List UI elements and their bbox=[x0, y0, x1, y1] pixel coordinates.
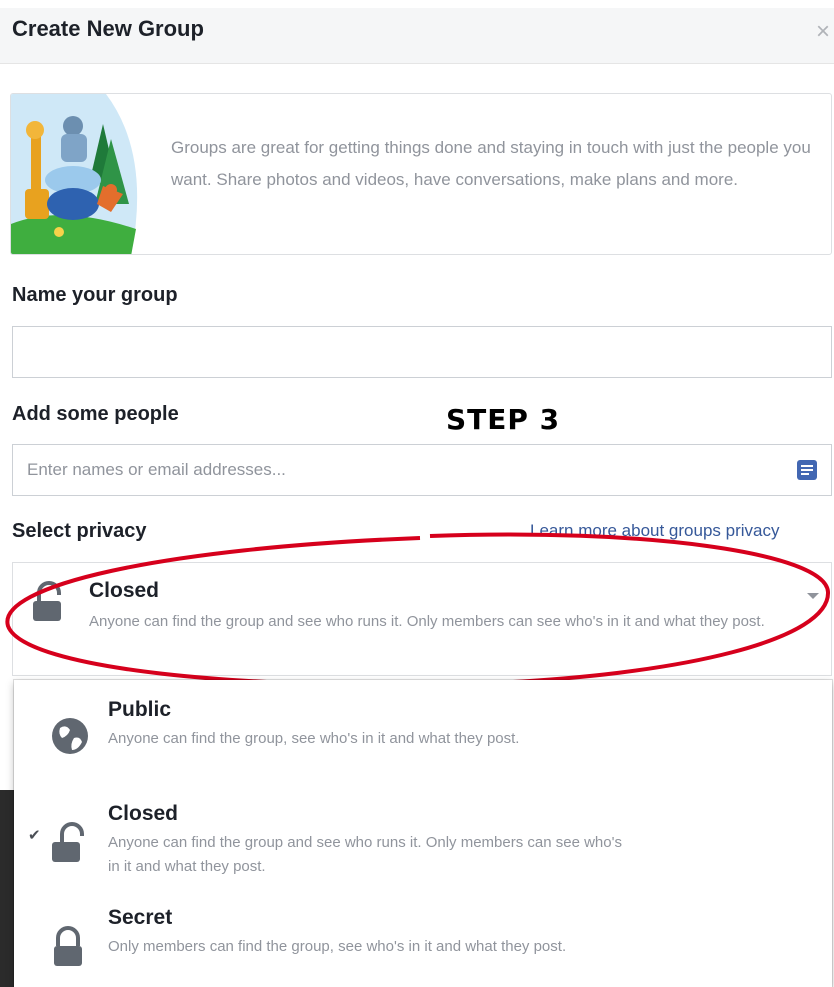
privacy-option-description: Anyone can find the group, see who's in … bbox=[108, 730, 520, 747]
locked-padlock-icon bbox=[54, 926, 82, 966]
privacy-select[interactable]: Closed Anyone can find the group and see… bbox=[12, 562, 832, 676]
privacy-option-name: Closed bbox=[108, 802, 179, 825]
group-name-input[interactable] bbox=[12, 326, 832, 378]
privacy-option-description: Anyone can find the group and see who ru… bbox=[108, 834, 622, 875]
dialog-title: Create New Group bbox=[12, 16, 204, 41]
globe-icon bbox=[52, 718, 88, 754]
intro-panel: Groups are great for getting things done… bbox=[10, 93, 832, 255]
privacy-option-closed[interactable]: ✔ Closed Anyone can find the group and s… bbox=[14, 784, 832, 888]
privacy-option-secret[interactable]: Secret Only members can find the group, … bbox=[14, 888, 832, 987]
privacy-option-public[interactable]: Public Anyone can find the group, see wh… bbox=[14, 680, 832, 784]
close-icon[interactable]: × bbox=[816, 18, 830, 46]
unlocked-padlock-icon bbox=[52, 822, 84, 862]
backdrop-edge bbox=[0, 790, 14, 987]
name-group-label: Name your group bbox=[12, 284, 178, 306]
add-people-input[interactable] bbox=[12, 444, 832, 496]
privacy-option-description: Only members can find the group, see who… bbox=[108, 938, 567, 955]
learn-more-privacy-link[interactable]: Learn more about groups privacy bbox=[530, 521, 779, 541]
privacy-option-name: Public bbox=[108, 698, 172, 721]
add-people-label: Add some people bbox=[12, 403, 179, 425]
privacy-options-menu: Public Anyone can find the group, see wh… bbox=[14, 680, 832, 987]
contacts-icon[interactable] bbox=[796, 458, 818, 482]
privacy-option-name: Secret bbox=[108, 906, 173, 929]
step-annotation: STEP 3 bbox=[446, 403, 561, 436]
unlocked-padlock-icon bbox=[33, 581, 61, 621]
chevron-down-icon bbox=[807, 593, 819, 599]
animals-group-illustration bbox=[11, 94, 138, 254]
create-group-dialog: Create New Group × Groups are great for … bbox=[0, 0, 834, 987]
select-privacy-label: Select privacy bbox=[12, 520, 147, 542]
intro-description: Groups are great for getting things done… bbox=[171, 138, 811, 189]
selected-privacy-name: Closed bbox=[89, 579, 160, 602]
selected-privacy-description: Anyone can find the group and see who ru… bbox=[89, 613, 765, 630]
dialog-header: Create New Group × bbox=[0, 8, 834, 64]
checkmark-icon: ✔ bbox=[28, 827, 41, 844]
